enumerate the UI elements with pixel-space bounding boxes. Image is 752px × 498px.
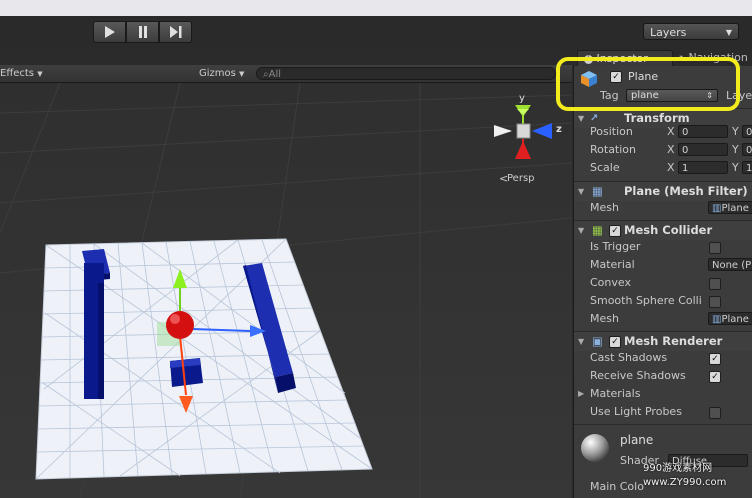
position-x-input[interactable]: 0 — [678, 125, 728, 138]
convex-row: Convex — [574, 274, 752, 292]
search-value: All — [268, 69, 282, 80]
materials-label: Materials — [590, 387, 641, 400]
is-trigger-checkbox[interactable] — [709, 242, 721, 254]
scale-y-input[interactable]: 1 — [742, 161, 752, 174]
scale-row: Scale X 1 Y 1 — [574, 159, 752, 177]
material-preview-sphere — [581, 434, 609, 462]
smooth-sphere-row: Smooth Sphere Colli — [574, 292, 752, 310]
material-label: Material — [590, 258, 635, 271]
chevron-down-icon: ▼ — [239, 70, 245, 78]
receive-shadows-label: Receive Shadows — [590, 369, 686, 382]
layers-dropdown[interactable]: Layers ▼ — [643, 23, 739, 40]
rotation-label: Rotation — [590, 143, 637, 156]
play-controls — [93, 21, 192, 43]
is-trigger-label: Is Trigger — [590, 240, 641, 253]
receive-shadows-checkbox[interactable]: ✓ — [709, 371, 721, 383]
material-row: Material None (P — [574, 256, 752, 274]
convex-label: Convex — [590, 276, 631, 289]
collider-mesh-field[interactable]: ▥Plane — [708, 312, 752, 325]
watermark-line1: 990游戏素材网 — [643, 463, 713, 474]
layers-label: Layers — [650, 26, 687, 39]
watermark-line2: www.ZY990.com — [643, 477, 727, 488]
smooth-sphere-checkbox[interactable] — [709, 296, 721, 308]
foldout-icon: ▶ — [578, 389, 585, 398]
gizmos-label: Gizmos — [199, 68, 236, 79]
mesh-collider-header[interactable]: ▼ ▦ ✓ Mesh Collider — [574, 220, 752, 240]
divider — [574, 424, 752, 425]
mesh-renderer-header[interactable]: ▼ ▣ ✓ Mesh Renderer — [574, 331, 752, 351]
gizmo-y-label: y — [519, 93, 525, 104]
gizmo-z-label: z — [556, 124, 562, 135]
scale-label: Scale — [590, 161, 620, 174]
cast-shadows-row: Cast Shadows ✓ — [574, 349, 752, 367]
position-label: Position — [590, 125, 633, 138]
mesh-filter-header[interactable]: ▼ ▦ Plane (Mesh Filter) — [574, 181, 752, 201]
physics-material-field[interactable]: None (P — [708, 258, 752, 271]
play-button[interactable] — [93, 21, 126, 43]
position-x-label: X — [667, 125, 675, 138]
light-probes-label: Use Light Probes — [590, 405, 682, 418]
pause-icon — [138, 26, 147, 38]
receive-shadows-row: Receive Shadows ✓ — [574, 367, 752, 385]
cast-shadows-checkbox[interactable]: ✓ — [709, 353, 721, 365]
top-strip — [0, 0, 752, 17]
effects-dropdown[interactable]: Effects ▼ — [0, 65, 43, 82]
rotation-x-label: X — [667, 143, 675, 156]
position-y-input[interactable]: 0 — [742, 125, 752, 138]
cast-shadows-label: Cast Shadows — [590, 351, 668, 364]
light-probes-row: Use Light Probes — [574, 403, 752, 421]
persp-label[interactable]: Persp — [507, 173, 535, 184]
inspector-panel: ✓ Plane Tag plane⇕ Layer ▼ ↗ Transform P… — [573, 66, 752, 498]
highlight-annotation — [556, 57, 740, 111]
step-icon — [170, 26, 182, 38]
material-name: plane — [620, 433, 654, 447]
position-y-label: Y — [732, 125, 739, 138]
chevron-down-icon: ▼ — [37, 70, 43, 78]
position-row: Position X 0 Y 0 — [574, 123, 752, 141]
red-sphere[interactable] — [166, 311, 194, 339]
pause-button[interactable] — [126, 21, 159, 43]
scene-search-input[interactable]: ⌕All — [256, 67, 556, 80]
chevron-down-icon: ▼ — [725, 28, 732, 37]
mesh-renderer-enabled-checkbox[interactable]: ✓ — [609, 336, 621, 348]
step-button[interactable] — [159, 21, 192, 43]
effects-label: Effects — [0, 68, 34, 79]
play-icon — [105, 26, 115, 38]
sphere-highlight — [170, 314, 180, 324]
rotation-y-label: Y — [732, 143, 739, 156]
scale-x-input[interactable]: 1 — [678, 161, 728, 174]
mesh-filter-mesh-row: Mesh ▥Plane — [574, 199, 752, 217]
collider-mesh-label: Mesh — [590, 312, 619, 325]
watermark: 990游戏素材网 www.ZY990.com — [643, 462, 752, 490]
is-trigger-row: Is Trigger — [574, 238, 752, 256]
rotation-x-input[interactable]: 0 — [678, 143, 728, 156]
scale-x-label: X — [667, 161, 675, 174]
mesh-filter-mesh-field[interactable]: ▥Plane — [708, 201, 752, 214]
convex-checkbox[interactable] — [709, 278, 721, 290]
scene-viewport[interactable] — [0, 83, 572, 498]
smooth-sphere-label: Smooth Sphere Colli — [590, 294, 702, 307]
small-cube[interactable] — [170, 358, 203, 387]
rotation-row: Rotation X 0 Y 0 — [574, 141, 752, 159]
gizmos-dropdown[interactable]: Gizmos ▼ — [199, 65, 244, 82]
main-color-label: Main Colo — [590, 480, 644, 493]
collider-mesh-row: Mesh ▥Plane — [574, 310, 752, 328]
mesh-label: Mesh — [590, 201, 619, 214]
materials-row[interactable]: ▶ Materials — [574, 385, 752, 403]
mesh-collider-enabled-checkbox[interactable]: ✓ — [609, 225, 621, 237]
light-probes-checkbox[interactable] — [709, 407, 721, 419]
rotation-y-input[interactable]: 0 — [742, 143, 752, 156]
scale-y-label: Y — [732, 161, 739, 174]
